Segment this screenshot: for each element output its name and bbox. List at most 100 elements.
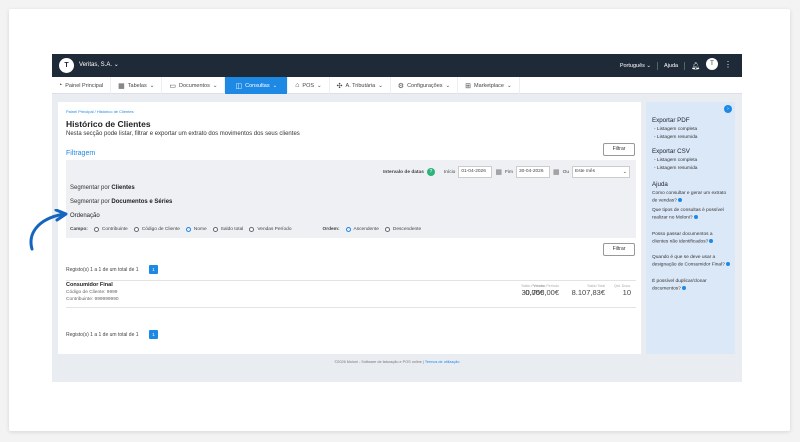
chevron-down-icon: ⌄ — [378, 82, 383, 89]
nav-pos[interactable]: ⌂ POS ⌄ — [288, 77, 330, 94]
nav-label: A. Tributária — [345, 82, 376, 89]
pagination-page[interactable]: 1 — [149, 265, 158, 274]
export-csv-summary[interactable]: - Listagem resumida — [654, 166, 697, 171]
customer-code: Código de Cliente: 9999 — [66, 290, 118, 295]
filter-button-top[interactable]: Filtrar — [603, 143, 635, 156]
nav-documentos[interactable]: ▭ Documentos ⌄ — [162, 77, 226, 94]
period-select[interactable]: Este mês ⌄ — [572, 166, 630, 178]
divider — [684, 61, 686, 70]
question-icon — [709, 238, 714, 243]
segment-clients[interactable]: Segmentar por Clientes — [70, 185, 135, 191]
filter-button-bottom[interactable]: Filtrar — [603, 243, 635, 256]
chevron-down-icon: ⌄ — [507, 82, 512, 89]
user-avatar[interactable]: T — [706, 58, 718, 70]
bell-icon[interactable]: 🔔︎ — [691, 62, 700, 70]
help-heading: Ajuda — [652, 181, 668, 188]
metric-saldo-total: Saldo Total 8.107,83€ — [568, 284, 605, 297]
filtragem-toggle[interactable]: Filtragem — [66, 150, 95, 157]
pos-icon: ⌂ — [295, 82, 300, 89]
radio-saldo-total[interactable] — [212, 227, 218, 232]
customer-name[interactable]: Consumidor Final — [66, 282, 113, 288]
divider — [66, 280, 636, 281]
nav-consultas[interactable]: ◫ Consultas ⌄ — [225, 77, 289, 94]
radio-contribuinte[interactable] — [93, 227, 99, 232]
terms-link[interactable]: Termos de utilização — [425, 360, 460, 364]
metric-qtd-docs: Qtd. Docs. 10 — [611, 284, 631, 297]
export-csv-full[interactable]: - Listagem completa — [654, 158, 697, 163]
nav-label: Tabelas — [127, 82, 147, 89]
language-selector[interactable]: Português ⌄ — [620, 63, 651, 69]
radio-ascendente[interactable] — [345, 227, 351, 232]
filter-panel: Intervalo de datas ? Início 01-04-2026 ▦… — [66, 160, 636, 238]
metric-saldo-periodo: Saldo Período 0,00€ — [520, 284, 544, 297]
page-subtitle: Nesta secção pode listar, filtrar e expo… — [66, 131, 300, 137]
help-question[interactable]: Quando é que se deve usar a designação d… — [652, 255, 730, 268]
customer-nif: Contribuinte: 999999990 — [66, 297, 119, 302]
segment-documents[interactable]: Segmentar por Documentos e Séries — [70, 199, 172, 205]
question-icon — [681, 285, 686, 290]
ordering-heading: Ordenação — [70, 213, 100, 219]
nav-painel-principal[interactable]: ◔ Painel Principal — [52, 77, 112, 94]
ordem-label: Ordem: — [322, 227, 340, 232]
help-question-text: Posso passar documentos a clientes não i… — [652, 232, 713, 244]
segment-clients-label: Clientes — [111, 185, 135, 191]
help-question-text: Como consultar e gerar um extrato de ven… — [652, 191, 727, 203]
company-selector[interactable]: Veritas, S.A. ⌄ — [79, 61, 119, 68]
help-link[interactable]: Ajuda — [664, 63, 678, 69]
company-logo[interactable]: T — [59, 58, 74, 73]
radio-codigo-cliente[interactable] — [133, 227, 139, 232]
radio-vendas-periodo[interactable] — [249, 227, 255, 232]
radio-nome[interactable] — [185, 227, 191, 232]
help-question-text: Quando é que se deve usar a designação d… — [652, 255, 725, 267]
segment-prefix: Segmentar por — [70, 185, 110, 191]
language-label: Português — [619, 62, 645, 69]
search-chart-icon: ◫ — [235, 82, 243, 90]
chevron-down-icon: ⌄ — [149, 82, 155, 89]
nav-marketplace[interactable]: ⊞ Marketplace ⌄ — [458, 77, 520, 94]
export-pdf-heading: Exportar PDF — [652, 117, 690, 124]
results-summary-top: Registo(s) 1 a 1 de um total de 1 — [66, 267, 139, 273]
help-question[interactable]: Como consultar e gerar um extrato de ven… — [652, 191, 730, 204]
radio-label: Ascendente — [353, 227, 379, 232]
sidebar: › Exportar PDF - Listagem completa - Lis… — [646, 102, 735, 354]
pagination-page[interactable]: 1 — [149, 330, 158, 339]
top-right-actions: Português ⌄ Ajuda 🔔︎ T ⋮ — [620, 58, 732, 70]
grid-icon: ▦ — [118, 82, 125, 90]
metric-value: 10 — [622, 288, 631, 297]
radio-label: Contribuinte — [101, 227, 128, 232]
results-summary-bottom: Registo(s) 1 a 1 de um total de 1 — [66, 332, 139, 338]
calendar-icon[interactable]: ▦ — [495, 168, 502, 176]
nav-label: Documentos — [178, 82, 210, 89]
nav-label: Marketplace — [474, 82, 504, 89]
help-question[interactable]: Posso passar documentos a clientes não i… — [652, 232, 730, 245]
nav-a-tributaria[interactable]: ✣ A. Tributária ⌄ — [330, 77, 391, 94]
help-question[interactable]: É possível duplicar/clonar documentos? — [652, 279, 730, 292]
segment-prefix: Segmentar por — [70, 199, 110, 205]
footer: ©2026 Moloni - Software de faturação e P… — [334, 360, 460, 364]
export-pdf-summary[interactable]: - Listagem resumida — [654, 135, 697, 140]
radio-label: Descendente — [392, 227, 422, 232]
radio-descendente[interactable] — [384, 227, 390, 232]
annotation-arrow-icon — [29, 209, 68, 251]
main-content: Painel Principal / Histórico de Clientes… — [58, 102, 641, 354]
chevron-right-icon[interactable]: › — [724, 105, 732, 113]
end-date-input[interactable]: 30-04-2026 — [515, 166, 550, 178]
more-options-icon[interactable]: ⋮ — [724, 60, 732, 69]
start-date-input[interactable]: 01-04-2026 — [458, 166, 493, 178]
page-title: Histórico de Clientes — [66, 119, 151, 129]
calendar-icon[interactable]: ▦ — [553, 168, 560, 176]
document-icon: ▭ — [169, 82, 176, 90]
nav-tabelas[interactable]: ▦ Tabelas ⌄ — [111, 77, 163, 94]
nav-configuracoes[interactable]: ⚙ Configurações ⌄ — [391, 77, 459, 94]
export-pdf-full[interactable]: - Listagem completa — [654, 127, 697, 132]
breadcrumb[interactable]: Painel Principal / Histórico de Clientes — [66, 109, 134, 114]
chevron-down-icon: ⌄ — [272, 82, 278, 89]
or-label: Ou — [562, 169, 569, 175]
help-question-text: Que tipos de consultas é possível realiz… — [652, 208, 724, 220]
chevron-down-icon: ⌄ — [445, 82, 451, 89]
period-select-value: Este mês — [575, 169, 595, 174]
tax-icon: ✣ — [336, 82, 343, 90]
question-icon[interactable]: ? — [426, 168, 435, 176]
footer-text: ©2026 Moloni - Software de faturação e P… — [334, 360, 422, 364]
help-question[interactable]: Que tipos de consultas é possível realiz… — [652, 208, 730, 221]
